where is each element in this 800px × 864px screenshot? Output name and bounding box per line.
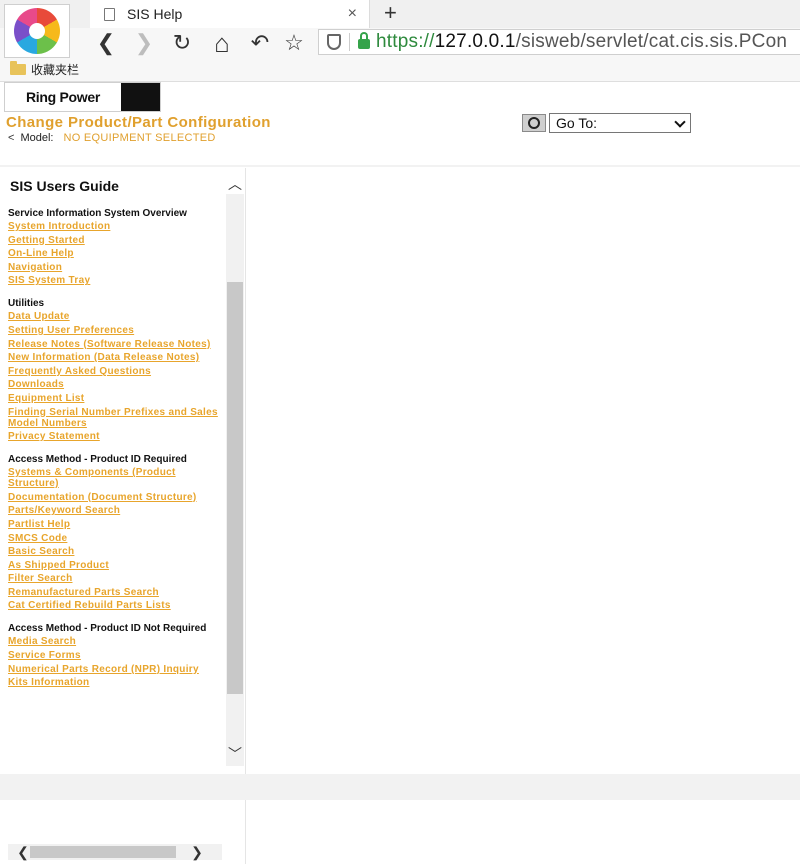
scroll-down-icon[interactable]: ﹀ xyxy=(226,746,244,762)
guide-link[interactable]: Kits Information xyxy=(8,677,222,688)
chevron-down-icon xyxy=(674,116,686,128)
page-icon xyxy=(104,7,115,21)
reload-button[interactable]: ↻ xyxy=(168,29,196,57)
model-back-icon[interactable]: < xyxy=(8,132,14,144)
url-text[interactable]: https://127.0.0.1/sisweb/servlet/cat.cis… xyxy=(376,31,787,53)
goto-select[interactable]: Go To: xyxy=(549,113,691,133)
guide-section: Access Method - Product ID Required Syste… xyxy=(8,454,222,611)
page-content: Ring Power Change Product/Part Configura… xyxy=(0,82,800,864)
guide-title: SIS Users Guide xyxy=(10,178,119,194)
guide-link[interactable]: Cat Certified Rebuild Parts Lists xyxy=(8,600,222,611)
bookmarks-bar: 收藏夹栏 xyxy=(0,58,800,82)
guide-link[interactable]: Getting Started xyxy=(8,235,222,246)
model-value: NO EQUIPMENT SELECTED xyxy=(63,132,216,144)
guide-link[interactable]: On-Line Help xyxy=(8,248,222,259)
scroll-right-icon[interactable]: ❯ xyxy=(188,844,206,860)
guide-section: Access Method - Product ID Not Required M… xyxy=(8,623,222,688)
guide-link[interactable]: Navigation xyxy=(8,262,222,273)
undo-close-button[interactable]: ↶ xyxy=(246,29,274,57)
guide-link[interactable]: Partlist Help xyxy=(8,519,222,530)
close-tab-icon[interactable]: × xyxy=(348,5,357,23)
section-heading: Access Method - Product ID Not Required xyxy=(8,623,207,635)
goto-icon-glyph xyxy=(528,117,540,129)
page-title[interactable]: Change Product/Part Configuration xyxy=(6,114,271,131)
guide-link[interactable]: SMCS Code xyxy=(8,533,222,544)
brand-block xyxy=(121,83,160,111)
guide-link[interactable]: Numerical Parts Record (NPR) Inquiry xyxy=(8,664,222,675)
guide-link[interactable]: Data Update xyxy=(8,311,222,322)
bottom-strip xyxy=(0,774,800,800)
guide-link[interactable]: Service Forms xyxy=(8,650,222,661)
guide-link[interactable]: Privacy Statement xyxy=(8,431,222,442)
guide-link[interactable]: Media Search xyxy=(8,636,222,647)
shield-icon[interactable] xyxy=(327,34,341,50)
url-host: 127.0.0.1 xyxy=(434,31,516,52)
guide-link[interactable]: Downloads xyxy=(8,379,222,390)
scroll-left-icon[interactable]: ❮ xyxy=(14,844,32,860)
guide-link[interactable]: Equipment List xyxy=(8,393,222,404)
address-bar[interactable]: https://127.0.0.1/sisweb/servlet/cat.cis… xyxy=(318,29,800,55)
browser-logo[interactable] xyxy=(4,4,70,58)
users-guide-frame: SIS Users Guide Service Information Syst… xyxy=(0,168,246,864)
model-row: < Model: NO EQUIPMENT SELECTED xyxy=(8,132,216,144)
forward-button[interactable]: ❯ xyxy=(130,29,158,57)
guide-link[interactable]: Parts/Keyword Search xyxy=(8,505,222,516)
tab-title: SIS Help xyxy=(127,6,183,22)
header-divider xyxy=(0,165,800,167)
guide-section: Utilities Data Update Setting User Prefere… xyxy=(8,298,222,442)
horizontal-scroll-thumb[interactable] xyxy=(30,846,176,858)
browser-tab-bar: SIS Help × + xyxy=(0,0,800,28)
url-scheme: https:// xyxy=(376,31,435,52)
browser-nav-bar: ❮ ❯ ↻ ⌂ ↶ ☆ https://127.0.0.1/sisweb/ser… xyxy=(0,28,800,58)
guide-link[interactable]: Basic Search xyxy=(8,546,222,557)
goto-selected-value: Go To: xyxy=(556,115,597,131)
guide-link[interactable]: Setting User Preferences xyxy=(8,325,222,336)
guide-link[interactable]: New Information (Data Release Notes) xyxy=(8,352,222,363)
vertical-scroll-thumb[interactable] xyxy=(227,282,243,694)
guide-link[interactable]: System Introduction xyxy=(8,221,222,232)
lock-icon[interactable] xyxy=(358,32,370,49)
section-heading: Utilities xyxy=(8,298,45,310)
guide-link-list: Service Information System Overview Syste… xyxy=(8,208,222,764)
goto-icon[interactable] xyxy=(522,114,546,132)
url-path: /sisweb/servlet/cat.cis.sis.PCon xyxy=(515,31,788,52)
section-heading: Access Method - Product ID Required xyxy=(8,454,187,466)
guide-link[interactable]: Documentation (Document Structure) xyxy=(8,492,222,503)
guide-link[interactable]: As Shipped Product xyxy=(8,560,222,571)
guide-link[interactable]: Release Notes (Software Release Notes) xyxy=(8,339,222,350)
home-button[interactable]: ⌂ xyxy=(208,28,236,58)
new-tab-button[interactable]: + xyxy=(384,0,397,26)
model-label: Model: xyxy=(20,132,54,144)
guide-link[interactable]: Systems & Components (Product Structure) xyxy=(8,467,222,489)
back-button[interactable]: ❮ xyxy=(92,29,120,57)
folder-icon xyxy=(10,61,26,75)
scroll-up-icon[interactable]: ︿ xyxy=(226,176,244,192)
bookmark-folder[interactable]: 收藏夹栏 xyxy=(31,61,79,78)
guide-link[interactable]: SIS System Tray xyxy=(8,275,222,286)
browser-logo-icon xyxy=(14,8,60,54)
favorite-star-icon[interactable]: ☆ xyxy=(280,29,308,57)
guide-link[interactable]: Frequently Asked Questions xyxy=(8,366,222,377)
guide-link[interactable]: Finding Serial Number Prefixes and Sales… xyxy=(8,407,222,429)
address-separator xyxy=(349,33,350,51)
guide-link[interactable]: Remanufactured Parts Search xyxy=(8,587,222,598)
section-heading: Service Information System Overview xyxy=(8,208,187,219)
guide-link[interactable]: Filter Search xyxy=(8,573,222,584)
brand-logo: Ring Power xyxy=(4,82,161,112)
guide-section: Service Information System Overview Syste… xyxy=(8,208,222,286)
content-frame xyxy=(247,168,800,774)
brand-text: Ring Power xyxy=(5,83,121,111)
browser-tab[interactable]: SIS Help × xyxy=(90,0,370,28)
